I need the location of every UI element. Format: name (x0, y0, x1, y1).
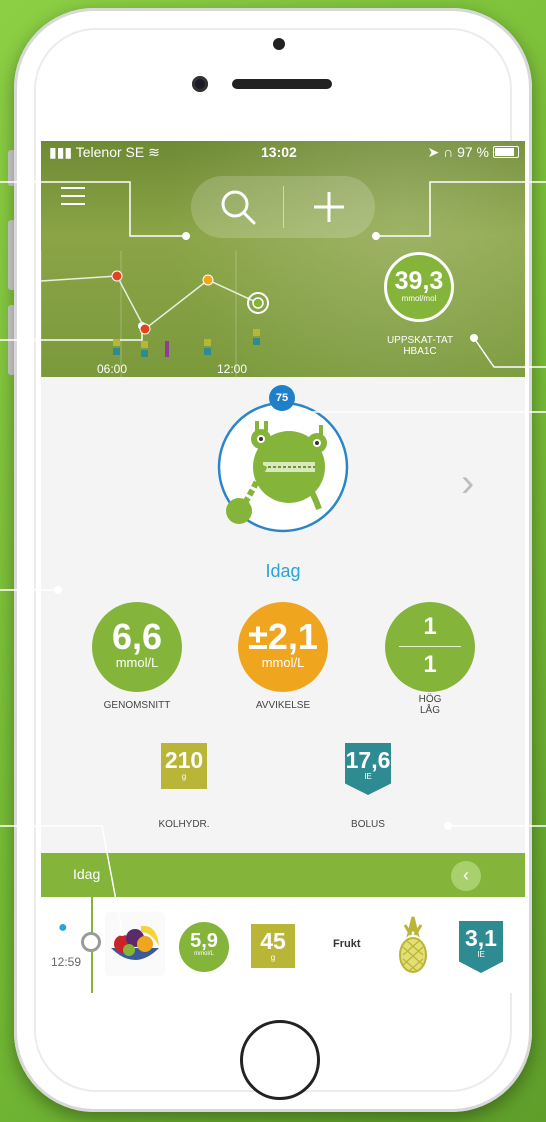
proximity-sensor (273, 38, 285, 50)
search-icon (221, 190, 256, 225)
signal-icon: ▮▮▮ (49, 144, 76, 160)
carbs-label: KOLHYDR. (158, 819, 210, 830)
battery-percent: 97 % (457, 144, 489, 160)
chart-point (202, 274, 214, 286)
low-count: 1 (423, 651, 437, 678)
bolus-label: BOLUS (351, 819, 385, 830)
trend-line (41, 275, 259, 331)
pineapple-icon (399, 916, 427, 973)
carrier: ▮▮▮ Telenor SE ≋ (49, 144, 160, 161)
app-screen: ▮▮▮ Telenor SE ≋ 13:02 ➤ ∩ 97 % 06:00 12… (41, 141, 525, 993)
front-camera (192, 76, 208, 92)
carb-marker (113, 339, 120, 346)
carbs-entry-unit: g (270, 953, 276, 962)
menu-icon[interactable] (61, 187, 85, 211)
insulin-entry[interactable]: 3,1 IE (459, 921, 503, 973)
log-header: Idag ‹ (41, 853, 525, 897)
activity-marker (165, 341, 169, 357)
average-stat[interactable]: 6,6 mmol/L (92, 602, 182, 692)
high-count: 1 (423, 613, 437, 640)
action-pill (191, 176, 375, 238)
deviation-unit: mmol/L (261, 655, 305, 670)
wifi-icon: ≋ (148, 144, 160, 160)
home-button[interactable] (240, 1020, 320, 1100)
average-label: GENOMSNITT (103, 700, 171, 711)
battery-icon (493, 146, 519, 158)
location-icon: ➤ (427, 144, 444, 160)
timeline-marker (81, 932, 101, 952)
plus-icon (314, 192, 344, 222)
glucose-value: 5,9 (190, 930, 218, 952)
carbs-value: 210 (164, 747, 204, 773)
glucose-reading[interactable]: 5,9 mmol/L (179, 922, 229, 972)
bolus-value: 17,6 (345, 747, 391, 773)
glucose-trend-chart: 06:00 12:00 (41, 251, 269, 377)
status-bar: ▮▮▮ Telenor SE ≋ 13:02 ➤ ∩ 97 % (41, 141, 525, 163)
insulin-marker (204, 348, 211, 355)
chart-point (111, 270, 123, 282)
mascot-icon[interactable] (215, 399, 351, 535)
carbs-entry-value: 45 (260, 928, 286, 954)
status-right: ➤ ∩ 97 % (428, 144, 490, 161)
bolus-unit: IE (364, 772, 372, 781)
headphones-icon: ∩ (443, 144, 458, 160)
deviation-value: ±2,1 (248, 616, 318, 657)
add-button[interactable] (299, 184, 359, 230)
fruit-photo[interactable] (105, 912, 165, 976)
clock: 13:02 (261, 144, 297, 160)
x-tick: 12:00 (217, 362, 247, 376)
chart-point (252, 297, 264, 309)
level-badge: 75 (269, 385, 295, 411)
hba1c-badge[interactable]: 39,3 mmol/mol (384, 252, 454, 322)
chart-point (139, 323, 151, 335)
period-label: Idag (265, 561, 301, 581)
chevron-right-icon[interactable]: › (461, 463, 474, 503)
insulin-marker (253, 338, 260, 345)
high-low-stat[interactable]: 1 1 (385, 602, 475, 692)
search-button[interactable] (209, 184, 269, 230)
carbs-unit: g (181, 772, 187, 781)
carb-marker (141, 341, 148, 348)
deviation-label: AVVIKELSE (255, 700, 311, 711)
location-pin-icon: ● (58, 919, 68, 936)
glucose-unit: mmol/L (194, 951, 214, 957)
insulin-entry-value: 3,1 (465, 925, 497, 951)
bolus-stat[interactable]: 17,6 IE (345, 743, 391, 795)
carbs-entry[interactable]: 45 g (251, 924, 295, 968)
food-label: Frukt (333, 938, 361, 950)
hba1c-label: UPPSKAT-TAT HBA1C (386, 335, 454, 357)
x-tick: 06:00 (97, 362, 127, 376)
log-entry[interactable]: ● 12:59 5,9 mmol/L 45 g Frukt 3,1 IE (41, 897, 525, 993)
entry-time: 12:59 (51, 955, 82, 969)
log-header-label: Idag (73, 866, 101, 882)
insulin-entry-unit: IE (477, 950, 485, 959)
carb-marker (253, 329, 260, 336)
hba1c-unit: mmol/mol (401, 294, 437, 303)
chevron-left-icon[interactable]: ‹ (451, 861, 481, 891)
carbs-stat[interactable]: 210 g (161, 743, 207, 789)
high-low-label: HÖG LÅG (418, 694, 442, 716)
deviation-stat[interactable]: ±2,1 mmol/L (238, 602, 328, 692)
average-unit: mmol/L (115, 655, 159, 670)
carb-marker (204, 339, 211, 346)
average-value: 6,6 (111, 616, 163, 657)
insulin-marker (113, 348, 120, 355)
earpiece-speaker (232, 79, 332, 89)
hba1c-value: 39,3 (394, 267, 444, 295)
insulin-marker (141, 350, 148, 357)
carrier-name: Telenor SE (75, 144, 145, 160)
